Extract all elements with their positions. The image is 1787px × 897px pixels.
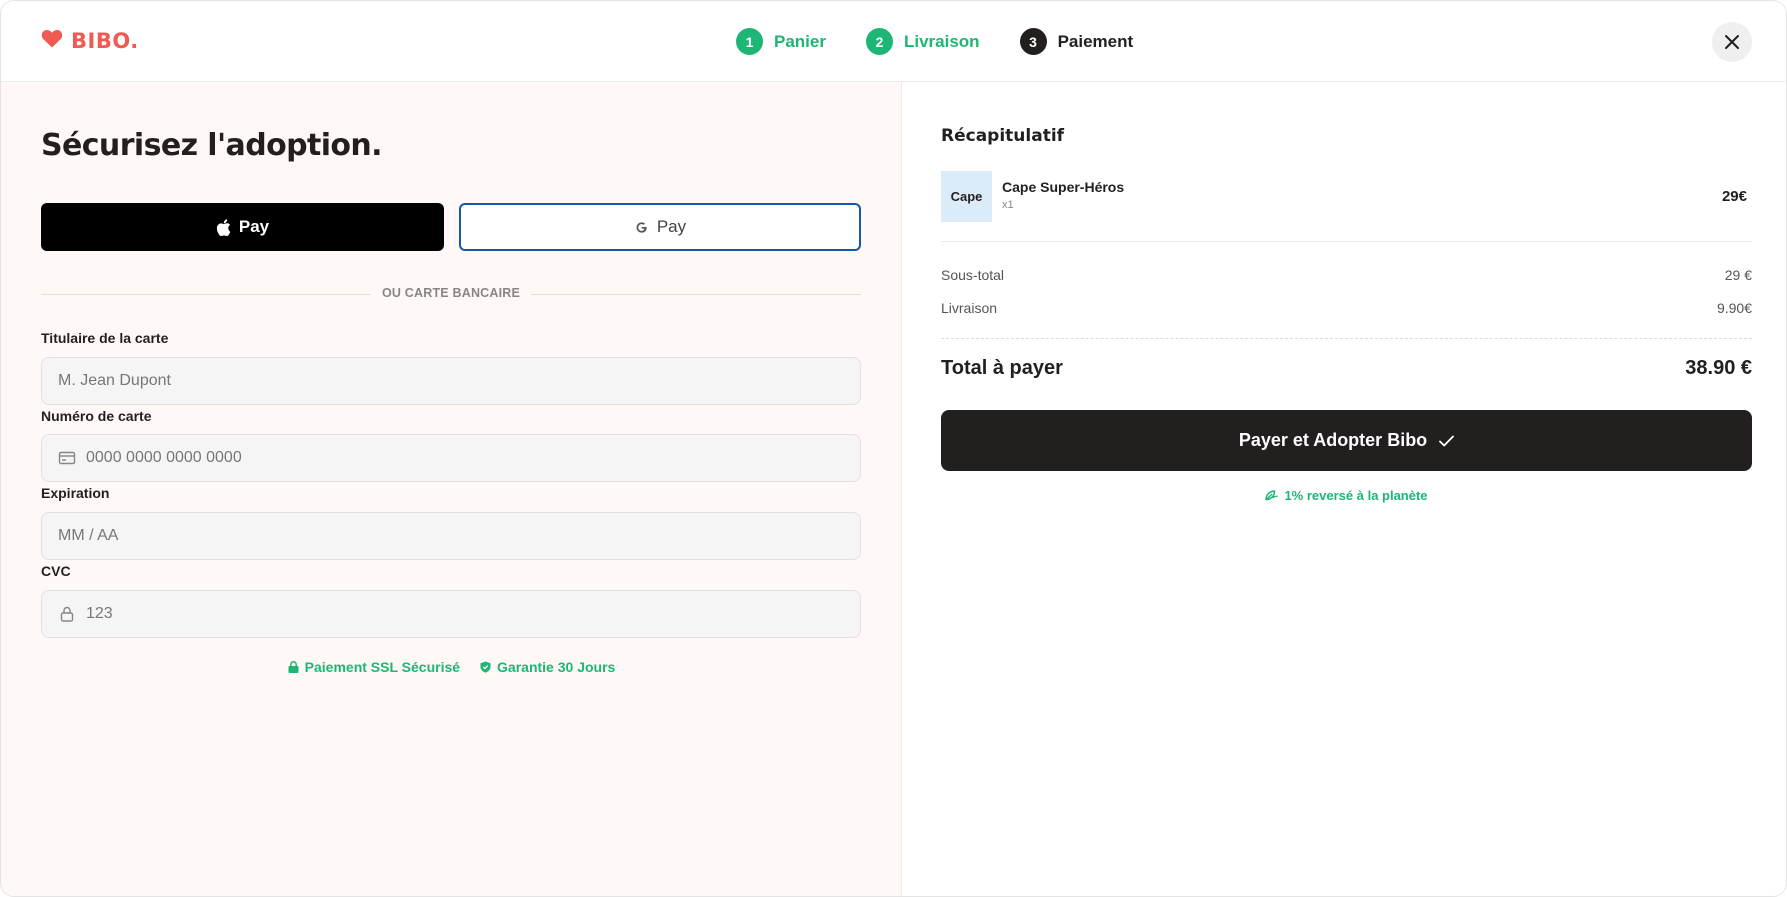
ssl-text: Paiement SSL Sécurisé xyxy=(304,659,461,675)
lock-icon xyxy=(60,606,74,622)
logo-text: BIBO. xyxy=(71,28,139,53)
leaf-icon xyxy=(1265,490,1279,501)
cvc-label: CVC xyxy=(41,563,71,579)
card-number-field[interactable] xyxy=(41,434,861,482)
google-pay-button[interactable]: Pay xyxy=(459,203,861,251)
step-number: 3 xyxy=(1019,28,1047,55)
card-holder-field[interactable] xyxy=(41,357,861,405)
step-number: 2 xyxy=(865,28,893,55)
subtotal-row: Sous-total 29 € xyxy=(941,267,1752,283)
google-icon xyxy=(636,221,647,233)
expiry-input[interactable] xyxy=(58,527,844,545)
checkout-header: BIBO. 1 Panier 2 Livraison 3 Paiement xyxy=(1,1,1786,82)
step-label: Panier xyxy=(774,31,826,51)
payment-panel: Sécurisez l'adoption. Pay Pay OU CARTE B… xyxy=(1,82,902,896)
ssl-badge: Paiement SSL Sécurisé xyxy=(288,659,460,675)
eco-note-text: 1% reversé à la planète xyxy=(1284,488,1428,503)
shipping-label: Livraison xyxy=(941,300,998,316)
total-label: Total à payer xyxy=(941,357,1063,379)
brand-logo[interactable]: BIBO. xyxy=(41,28,139,53)
close-button[interactable] xyxy=(1712,22,1752,62)
summary-divider xyxy=(941,241,1752,242)
item-price: 29€ xyxy=(1721,188,1747,205)
step-number: 1 xyxy=(736,28,763,55)
page-title: Sécurisez l'adoption. xyxy=(41,128,383,163)
summary-title: Récapitulatif xyxy=(941,126,1065,146)
item-quantity: x1 xyxy=(1002,199,1014,211)
payment-divider: OU CARTE BANCAIRE xyxy=(41,286,861,302)
apple-icon xyxy=(216,218,231,236)
trust-badges: Paiement SSL Sécurisé Garantie 30 Jours xyxy=(1,659,902,675)
cvc-input[interactable] xyxy=(86,605,844,623)
total-row: Total à payer 38.90 € xyxy=(941,357,1752,380)
pay-button-label: Payer et Adopter Bibo xyxy=(1238,430,1428,450)
step-delivery[interactable]: 2 Livraison xyxy=(865,28,980,55)
total-divider xyxy=(941,338,1752,339)
shipping-value: 9.90€ xyxy=(1716,300,1752,316)
eco-note: 1% reversé à la planète xyxy=(941,488,1752,503)
google-pay-label: Pay xyxy=(656,217,687,236)
shield-icon xyxy=(480,661,491,673)
card-holder-label: Titulaire de la carte xyxy=(41,330,169,346)
guarantee-badge: Garantie 30 Jours xyxy=(480,659,615,675)
total-value: 38.90 € xyxy=(1685,357,1752,379)
subtotal-value: 29 € xyxy=(1724,267,1752,283)
divider-text: OU CARTE BANCAIRE xyxy=(381,286,521,300)
subtotal-label: Sous-total xyxy=(941,267,1005,283)
step-payment: 3 Paiement xyxy=(1019,28,1134,55)
step-label: Paiement xyxy=(1057,31,1134,51)
card-number-input[interactable] xyxy=(86,449,844,467)
card-number-label: Numéro de carte xyxy=(41,408,152,424)
close-icon xyxy=(1725,35,1739,49)
pay-and-adopt-button[interactable]: Payer et Adopter Bibo xyxy=(941,410,1752,471)
apple-pay-label: Pay xyxy=(238,217,270,236)
checkout-window: BIBO. 1 Panier 2 Livraison 3 Paiement Sé… xyxy=(0,0,1787,897)
heart-icon xyxy=(41,28,63,53)
step-cart[interactable]: 1 Panier xyxy=(736,28,826,55)
shipping-row: Livraison 9.90€ xyxy=(941,300,1752,316)
item-name: Cape Super-Héros xyxy=(1002,179,1125,195)
padlock-icon xyxy=(288,661,299,673)
checkout-steps: 1 Panier 2 Livraison 3 Paiement xyxy=(736,28,1173,55)
guarantee-text: Garantie 30 Jours xyxy=(497,659,616,675)
apple-pay-button[interactable]: Pay xyxy=(41,203,444,251)
card-holder-input[interactable] xyxy=(58,372,844,390)
expiry-field[interactable] xyxy=(41,512,861,560)
expiry-label: Expiration xyxy=(41,485,110,501)
credit-card-icon xyxy=(58,451,76,465)
check-icon xyxy=(1439,435,1455,446)
cvc-field[interactable] xyxy=(41,590,861,638)
item-thumbnail: Cape xyxy=(941,171,992,222)
step-label: Livraison xyxy=(903,31,980,51)
